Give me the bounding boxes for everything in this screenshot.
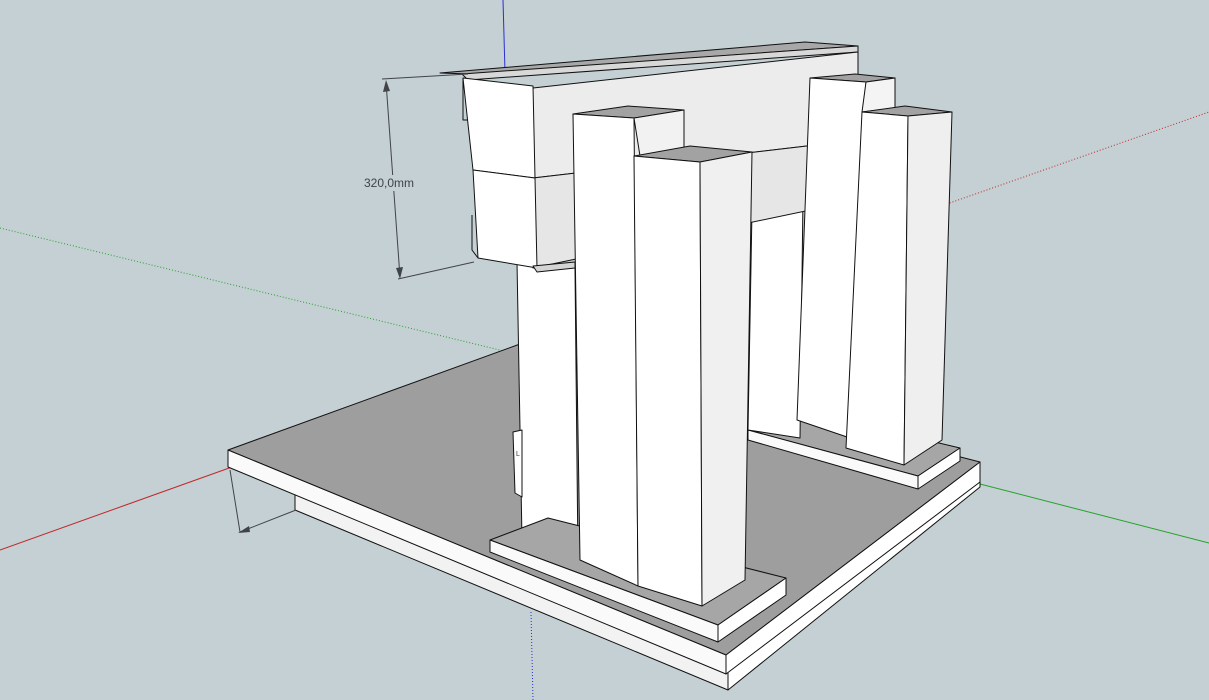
dimension-arrow-top — [383, 80, 390, 92]
small-tag: L — [512, 429, 523, 498]
blue-axis-solid — [502, 0, 506, 73]
dimension-extension-bottom — [397, 261, 475, 280]
green-axis-dotted — [0, 227, 521, 356]
column-front[interactable] — [633, 145, 753, 607]
small-tag-label: L — [516, 451, 520, 458]
depth-extension — [229, 469, 241, 533]
green-axis-solid — [979, 483, 1209, 544]
blue-axis-dotted — [530, 611, 534, 700]
dimension-label: 320,0mm — [364, 176, 414, 190]
dimension-extension-top — [381, 73, 469, 80]
red-axis-solid — [0, 466, 233, 551]
red-axis-dotted — [943, 111, 1209, 206]
height-dimension[interactable]: 320,0mm — [362, 73, 475, 280]
3d-viewport[interactable]: L 320,0mm — [0, 0, 1209, 700]
model-scene[interactable]: L 320,0mm — [0, 0, 1209, 700]
column-front-right[interactable] — [845, 105, 953, 466]
dimension-arrow-bottom — [396, 267, 403, 279]
inner-wall[interactable] — [747, 191, 806, 439]
column-back-left[interactable] — [516, 261, 579, 561]
